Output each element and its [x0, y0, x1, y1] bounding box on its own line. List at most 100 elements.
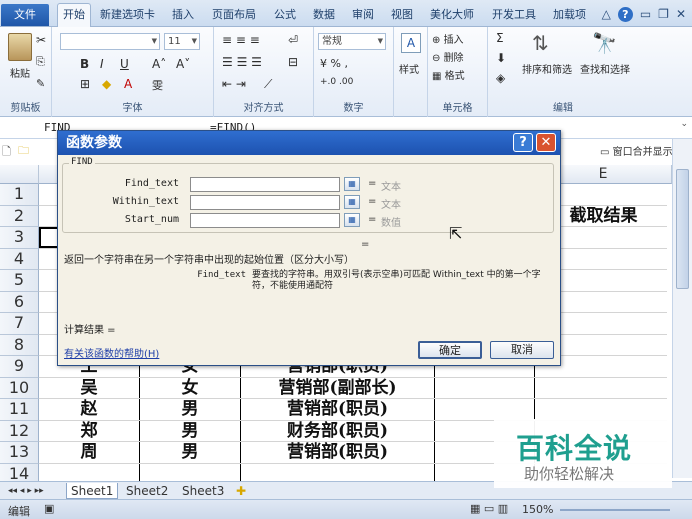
- sort-filter-icon[interactable]: ⇅: [532, 31, 549, 55]
- tab-home[interactable]: 开始: [57, 3, 91, 27]
- minimize-icon[interactable]: ▭: [640, 7, 651, 21]
- paste-label[interactable]: 粘贴: [10, 65, 30, 80]
- table-cell[interactable]: 营销部(职员): [241, 399, 435, 420]
- table-cell[interactable]: 男: [140, 399, 241, 420]
- table-cell[interactable]: 财务部(职员): [241, 420, 435, 441]
- row-header[interactable]: 10: [0, 377, 39, 399]
- collapse-dialog-icon[interactable]: ▦: [344, 195, 360, 209]
- row-header[interactable]: 11: [0, 399, 39, 421]
- table-cell[interactable]: 赵: [39, 399, 140, 420]
- table-cell[interactable]: 女: [140, 377, 241, 398]
- insert-cells-button[interactable]: ⊕ 插入: [432, 31, 464, 46]
- border-icon[interactable]: ⊞: [80, 77, 90, 91]
- find-text-input[interactable]: [190, 177, 340, 192]
- collapse-dialog-icon[interactable]: ▦: [344, 177, 360, 191]
- tab-new[interactable]: 新建选项卡: [100, 4, 155, 26]
- font-size-combo[interactable]: 11 ▼: [164, 33, 200, 50]
- merge-center-icon[interactable]: ⊟: [288, 55, 298, 69]
- tab-addins[interactable]: 加载项: [553, 4, 586, 26]
- new-doc-icon[interactable]: 🗋: [2, 143, 11, 162]
- zoom-level[interactable]: 150%: [522, 503, 553, 516]
- start-num-input[interactable]: [190, 213, 340, 228]
- insert-sheet-icon[interactable]: ✚: [232, 483, 250, 499]
- sheet-tab-1[interactable]: Sheet1: [66, 483, 119, 499]
- view-buttons[interactable]: ▦ ▭ ▥: [470, 502, 508, 515]
- sheet-tab-2[interactable]: Sheet2: [122, 483, 172, 499]
- fill-color-icon[interactable]: ◆: [102, 77, 111, 91]
- table-cell[interactable]: 吴: [39, 377, 140, 398]
- align-left-icon[interactable]: ☰ ☰ ☰: [222, 55, 262, 69]
- select-all-corner[interactable]: [0, 165, 39, 184]
- tab-data[interactable]: 数据: [313, 4, 335, 26]
- window-merge-label[interactable]: ▭ 窗口合并显示: [600, 143, 673, 158]
- cut-icon[interactable]: ✂: [36, 33, 46, 47]
- within-text-input[interactable]: [190, 195, 340, 210]
- format-painter-icon[interactable]: ✎: [36, 77, 45, 90]
- sort-filter-label[interactable]: 排序和筛选: [522, 61, 572, 76]
- table-cell[interactable]: [435, 377, 535, 398]
- currency-icon[interactable]: ¥ % ,: [320, 57, 348, 70]
- tab-view[interactable]: 视图: [391, 4, 413, 26]
- paste-icon[interactable]: [8, 33, 32, 61]
- shrink-font-icon[interactable]: A˅: [176, 57, 190, 71]
- find-select-icon[interactable]: 🔭: [592, 31, 617, 55]
- zoom-slider[interactable]: [560, 509, 670, 511]
- copy-icon[interactable]: ⎘: [36, 55, 45, 69]
- wrap-text-icon[interactable]: ⏎: [288, 33, 298, 47]
- table-cell[interactable]: 郑: [39, 420, 140, 441]
- table-cell[interactable]: [435, 399, 535, 420]
- restore-icon[interactable]: ❐: [658, 7, 669, 21]
- help-icon[interactable]: ?: [617, 6, 633, 22]
- table-cell[interactable]: 男: [140, 442, 241, 463]
- row-header[interactable]: 12: [0, 420, 39, 442]
- italic-button[interactable]: I: [100, 57, 104, 71]
- open-folder-icon[interactable]: 🗀: [18, 142, 29, 161]
- bold-button[interactable]: B: [80, 57, 89, 71]
- row-header[interactable]: 5: [0, 270, 39, 292]
- collapse-ribbon-icon[interactable]: △: [602, 7, 611, 21]
- align-top-icon[interactable]: ≡ ≡ ≡: [222, 33, 260, 47]
- dialog-title-bar[interactable]: 函数参数 ? ✕: [58, 131, 560, 155]
- tab-page-layout[interactable]: 页面布局: [212, 4, 256, 26]
- tab-developer[interactable]: 开发工具: [492, 4, 536, 26]
- number-format-combo[interactable]: 常规 ▼: [318, 33, 386, 50]
- table-cell[interactable]: 营销部(职员): [241, 442, 435, 463]
- style-label[interactable]: 样式: [399, 61, 419, 76]
- table-cell[interactable]: 营销部(副部长): [241, 377, 435, 398]
- close-icon[interactable]: ✕: [676, 7, 686, 21]
- table-cell[interactable]: 周: [39, 442, 140, 463]
- table-cell[interactable]: [535, 399, 672, 420]
- vertical-scrollbar[interactable]: [672, 139, 692, 478]
- find-select-label[interactable]: 查找和选择: [580, 61, 630, 76]
- indent-icon[interactable]: ⇤ ⇥: [222, 77, 246, 91]
- table-cell[interactable]: 男: [140, 420, 241, 441]
- row-header[interactable]: 6: [0, 291, 39, 313]
- font-color-icon[interactable]: A: [124, 77, 132, 91]
- sheet-nav-icon[interactable]: ◂◂ ◂ ▸ ▸▸: [4, 483, 48, 499]
- tab-file[interactable]: 文件: [1, 4, 49, 26]
- orientation-icon[interactable]: ⟋: [264, 77, 272, 92]
- format-cells-button[interactable]: ▦ 格式: [432, 67, 465, 82]
- font-name-combo[interactable]: ▼: [60, 33, 160, 50]
- row-header[interactable]: 2: [0, 205, 39, 227]
- row-header[interactable]: 9: [0, 356, 39, 378]
- macro-record-icon[interactable]: ▣: [44, 502, 54, 515]
- row-header[interactable]: 13: [0, 442, 39, 464]
- grow-font-icon[interactable]: A˄: [152, 57, 166, 71]
- underline-button[interactable]: U: [120, 57, 129, 71]
- cancel-button[interactable]: 取消: [490, 341, 554, 359]
- scroll-thumb[interactable]: [676, 169, 689, 289]
- table-cell[interactable]: [535, 378, 672, 399]
- sheet-tab-3[interactable]: Sheet3: [178, 483, 228, 499]
- dialog-help-button[interactable]: ?: [513, 133, 533, 152]
- function-help-link[interactable]: 有关该函数的帮助(H): [64, 345, 159, 360]
- collapse-dialog-icon[interactable]: ▦: [344, 213, 360, 227]
- style-icon[interactable]: A: [401, 33, 421, 53]
- row-header[interactable]: 3: [0, 227, 39, 249]
- clear-icon[interactable]: ◈: [496, 71, 505, 85]
- tab-formulas[interactable]: 公式: [274, 4, 296, 26]
- tab-insert[interactable]: 插入: [172, 4, 194, 26]
- autosum-icon[interactable]: Σ: [496, 31, 504, 45]
- row-header[interactable]: 1: [0, 184, 39, 206]
- expand-formula-icon[interactable]: ⌄: [680, 119, 688, 129]
